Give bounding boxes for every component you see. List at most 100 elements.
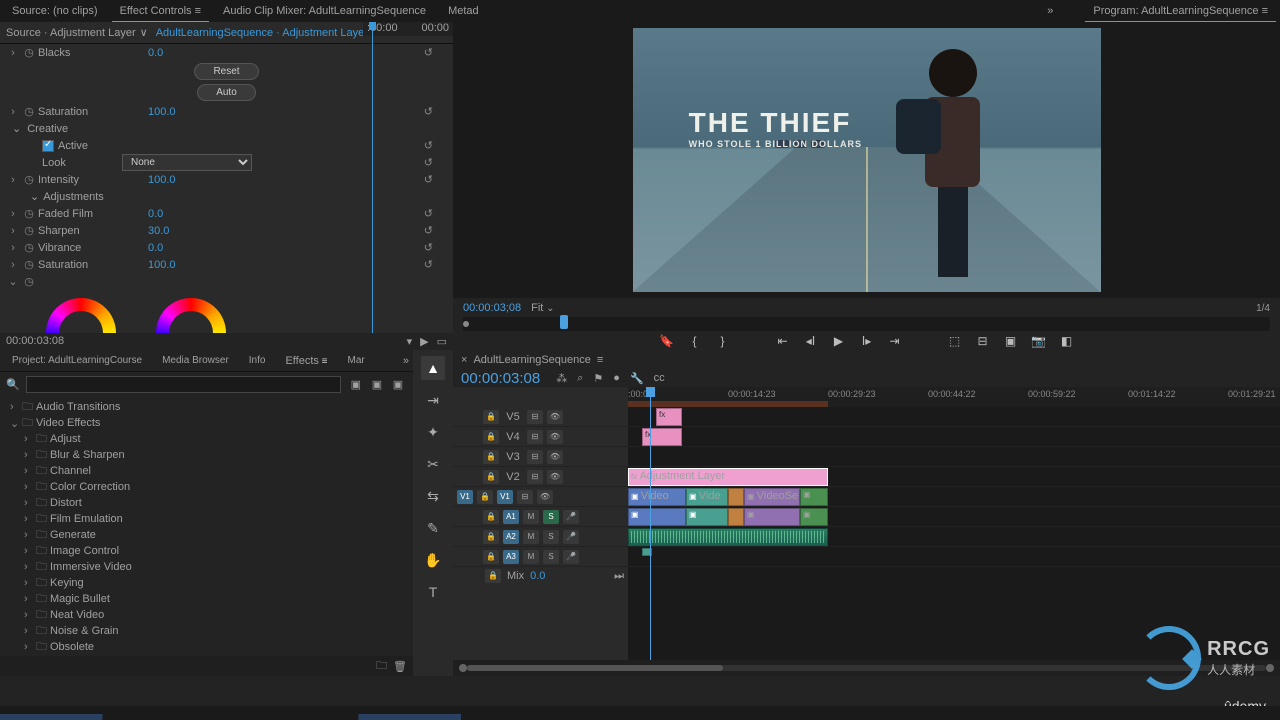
lift-icon[interactable]: ⬚ — [947, 334, 963, 348]
clip-adjustment-layer[interactable]: fx Adjustment Layer — [628, 468, 828, 486]
fit-dropdown[interactable]: Fit ⌄ — [531, 302, 554, 314]
sync-lock-icon[interactable]: ⊟ — [527, 430, 543, 444]
lock-icon[interactable]: 🔒 — [483, 530, 499, 544]
disclosure-icon[interactable]: › — [6, 174, 20, 186]
clip-audio-a1-5[interactable]: ▣ — [800, 508, 828, 526]
program-viewer[interactable]: THE THIEF WHO STOLE 1 BILLION DOLLARS — [453, 22, 1280, 298]
hand-tool-icon[interactable]: ✋ — [421, 548, 445, 572]
lock-icon[interactable]: 🔒 — [483, 430, 499, 444]
tree-item[interactable]: ›🗀Neat Video — [0, 607, 413, 623]
param-intensity[interactable]: › ◷ Intensity 100.0 ↺ — [6, 171, 447, 188]
track-header-a2[interactable]: 🔒A2MS🎤 — [453, 527, 628, 547]
auto-button[interactable]: Auto — [197, 84, 256, 101]
wrench-icon[interactable]: 🔧 — [630, 372, 644, 385]
yuv-badge-icon[interactable]: ▣ — [389, 378, 407, 391]
stopwatch-icon[interactable]: ◷ — [20, 173, 38, 186]
overflow-icon[interactable]: » — [403, 355, 409, 367]
tab-project[interactable]: Project: AdultLearningCourse — [4, 352, 150, 369]
track-target-a3[interactable]: A3 — [503, 550, 519, 564]
track-v4-lane[interactable]: fx — [628, 427, 1280, 447]
clip-audio-a1-2[interactable]: ▣ — [686, 508, 728, 526]
tab-effects[interactable]: Effects ≡ — [277, 352, 335, 370]
tree-item[interactable]: ›🗀Generate — [0, 527, 413, 543]
panel-menu-icon[interactable]: ≡ — [597, 354, 603, 366]
solo-icon[interactable]: S — [543, 530, 559, 544]
clip-video-1[interactable]: ▣ Video — [628, 488, 686, 506]
sequence-clip-link[interactable]: AdultLearningSequence · Adjustment Layer — [156, 27, 368, 39]
clip-audio-a2[interactable] — [628, 528, 828, 546]
group-adjustments[interactable]: ⌄Adjustments — [6, 188, 447, 205]
filter-icon[interactable]: ▾ — [407, 335, 413, 348]
tree-item[interactable]: ›🗀Color Correction — [0, 479, 413, 495]
ec-mini-ruler[interactable]: :00:00 00:00 — [363, 22, 453, 36]
out-point-icon[interactable]: } — [715, 334, 731, 348]
disclosure-icon[interactable]: › — [6, 208, 20, 220]
marker-add-icon[interactable]: ⚑ — [593, 372, 603, 385]
linked-selection-icon[interactable]: ⌕ — [577, 372, 583, 385]
stopwatch-icon[interactable]: ◷ — [20, 258, 38, 271]
param-value[interactable]: 0.0 — [148, 242, 198, 254]
disclosure-icon[interactable]: › — [6, 242, 20, 254]
toggle-output-icon[interactable]: 👁 — [547, 410, 563, 424]
voice-over-icon[interactable]: 🎤 — [563, 530, 579, 544]
track-select-tool-icon[interactable]: ⇥ — [421, 388, 445, 412]
reset-param-icon[interactable]: ↺ — [424, 258, 433, 271]
tree-item[interactable]: ›🗀Channel — [0, 463, 413, 479]
lock-icon[interactable]: 🔒 — [477, 490, 493, 504]
track-v5-lane[interactable]: fx — [628, 407, 1280, 427]
disclosure-icon[interactable]: ⌄ — [6, 275, 20, 288]
track-header-v1[interactable]: V1🔒V1⊟👁 — [453, 487, 628, 507]
clip-audio-a1-4[interactable]: ▣ — [744, 508, 800, 526]
mute-icon[interactable]: M — [523, 550, 539, 564]
param-collapsed[interactable]: ⌄ ◷ — [6, 273, 447, 290]
track-header-v5[interactable]: 🔒V5⊟👁 — [453, 407, 628, 427]
param-vibrance[interactable]: › ◷ Vibrance 0.0 ↺ — [6, 239, 447, 256]
timeline-tab[interactable]: AdultLearningSequence — [473, 354, 590, 366]
lock-icon[interactable]: 🔒 — [483, 550, 499, 564]
track-v3-lane[interactable] — [628, 447, 1280, 467]
scrub-playhead[interactable] — [560, 315, 568, 329]
tab-program-monitor[interactable]: Program: AdultLearningSequence ≡ — [1085, 1, 1276, 22]
settings-icon[interactable]: ● — [613, 372, 620, 385]
lock-icon[interactable]: 🔒 — [485, 569, 501, 583]
reset-button[interactable]: Reset — [194, 63, 258, 80]
type-tool-icon[interactable]: T — [421, 580, 445, 604]
param-value[interactable]: 100.0 — [148, 106, 198, 118]
mix-track[interactable]: 🔒Mix0.0⏭ — [453, 567, 628, 585]
mix-value[interactable]: 0.0 — [530, 570, 545, 582]
go-to-next-icon[interactable]: ⏭ — [614, 570, 624, 583]
track-a3-lane[interactable] — [628, 547, 1280, 567]
wrench-icon[interactable]: ▭ — [437, 335, 447, 348]
track-v1-lane[interactable]: ▣ Video ▣ Vide ▣ VideoSe ▣ — [628, 487, 1280, 507]
solo-icon[interactable]: S — [543, 510, 559, 524]
toggle-output-icon[interactable]: 👁 — [547, 430, 563, 444]
disclosure-icon[interactable]: › — [6, 47, 20, 59]
tab-source[interactable]: Source: (no clips) — [4, 1, 106, 21]
marker-icon[interactable]: 🔖 — [659, 334, 675, 348]
snap-icon[interactable]: ⁂ — [556, 372, 567, 385]
camera-icon[interactable]: 📷 — [1031, 334, 1047, 348]
solo-icon[interactable]: S — [543, 550, 559, 564]
lock-icon[interactable]: 🔒 — [483, 410, 499, 424]
program-scrubber[interactable] — [463, 317, 1270, 331]
timeline-ruler[interactable]: :00:00 00:00:14:23 00:00:29:23 00:00:44:… — [628, 387, 1280, 407]
clip-video-3[interactable] — [728, 488, 744, 506]
tree-item[interactable]: ›🗀Film Emulation — [0, 511, 413, 527]
selection-tool-icon[interactable]: ▲ — [421, 356, 445, 380]
param-blacks[interactable]: › ◷ Blacks 0.0 ↺ — [6, 44, 447, 61]
param-value[interactable]: 30.0 — [148, 225, 198, 237]
tree-item[interactable]: ›🗀Blur & Sharpen — [0, 447, 413, 463]
tree-item[interactable]: ›🗀Image Control — [0, 543, 413, 559]
stopwatch-icon[interactable]: ◷ — [20, 224, 38, 237]
param-sharpen[interactable]: › ◷ Sharpen 30.0 ↺ — [6, 222, 447, 239]
resolution-dropdown[interactable]: 1/4 — [1256, 303, 1270, 314]
stopwatch-icon[interactable]: ◷ — [20, 207, 38, 220]
tab-info[interactable]: Info — [241, 352, 274, 369]
source-patch-v1[interactable]: V1 — [457, 490, 473, 504]
toggle-output-icon[interactable]: 👁 — [547, 450, 563, 464]
mute-icon[interactable]: M — [523, 530, 539, 544]
clip-video-4[interactable]: ▣ VideoSe — [744, 488, 800, 506]
clip-video-5[interactable]: ▣ — [800, 488, 828, 506]
sync-lock-icon[interactable]: ⊟ — [527, 470, 543, 484]
slip-tool-icon[interactable]: ⇆ — [421, 484, 445, 508]
